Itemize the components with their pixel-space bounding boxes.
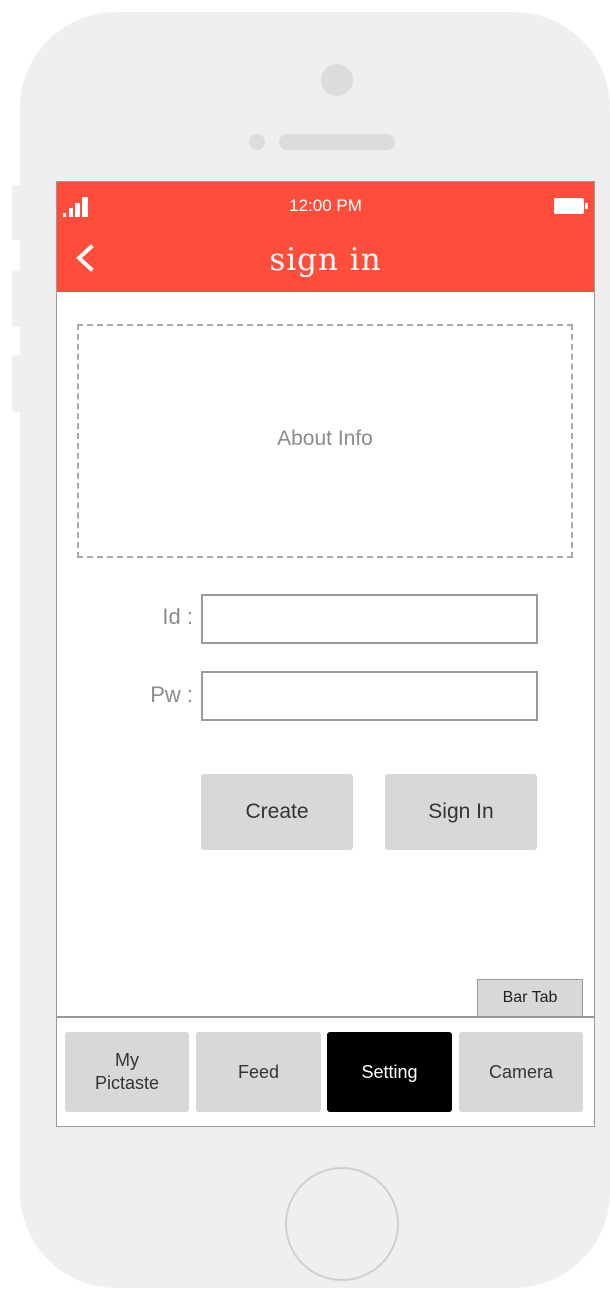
- battery-icon: [554, 198, 588, 214]
- about-info-placeholder: About Info: [77, 324, 573, 558]
- volume-down-button: [12, 355, 20, 412]
- volume-up-button: [12, 270, 20, 327]
- tab-setting[interactable]: Setting: [327, 1032, 452, 1112]
- navigation-bar: sign in: [57, 232, 594, 292]
- id-input[interactable]: [201, 594, 538, 644]
- app-screen: 12:00 PM sign in About Info Id : Pw : Cr…: [56, 181, 595, 1127]
- id-label: Id :: [162, 604, 193, 629]
- tab-my-pictaste[interactable]: My Pictaste: [65, 1032, 189, 1112]
- page-title: sign in: [269, 242, 382, 278]
- status-time: 12:00 PM: [289, 196, 362, 215]
- tab-label: My Pictaste: [94, 1050, 160, 1093]
- mute-switch: [12, 185, 20, 240]
- bar-tab-label: Bar Tab: [477, 979, 583, 1017]
- tab-camera[interactable]: Camera: [459, 1032, 583, 1112]
- tab-bar: My Pictaste Feed Setting Camera: [57, 1016, 594, 1126]
- create-button[interactable]: Create: [201, 774, 353, 850]
- tab-feed[interactable]: Feed: [196, 1032, 321, 1112]
- tab-label: Feed: [237, 1061, 280, 1082]
- earpiece-speaker: [279, 134, 395, 150]
- tab-label: Setting: [361, 1061, 418, 1082]
- tab-label: Camera: [488, 1061, 554, 1082]
- pw-label: Pw :: [150, 682, 193, 707]
- about-info-text: About Info: [277, 427, 373, 450]
- status-bar: 12:00 PM: [57, 182, 594, 232]
- pw-input[interactable]: [201, 671, 538, 721]
- proximity-sensor: [249, 134, 265, 150]
- sign-in-button[interactable]: Sign In: [385, 774, 537, 850]
- home-button[interactable]: [285, 1167, 399, 1281]
- front-camera: [321, 64, 353, 96]
